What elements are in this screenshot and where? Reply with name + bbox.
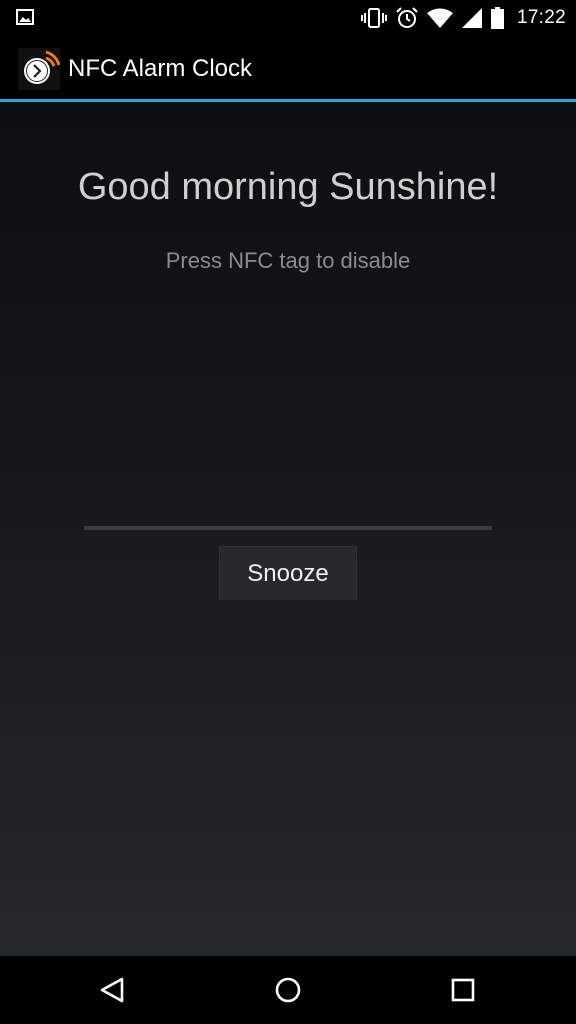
greeting-text: Good morning Sunshine! xyxy=(77,166,499,208)
screen: 17:22 NFC Alarm Clock Good morning Sunsh… xyxy=(0,0,576,1024)
snooze-button[interactable]: Snooze xyxy=(219,546,357,602)
nfc-hint-text: Press NFC tag to disable xyxy=(165,248,411,273)
status-time: 17:22 xyxy=(516,7,566,28)
battery-icon xyxy=(490,7,504,29)
cell-signal-icon xyxy=(461,8,482,28)
alarm-clock-nfc-icon[interactable] xyxy=(18,48,61,90)
alarm-icon xyxy=(396,7,418,29)
recents-icon[interactable] xyxy=(439,968,487,1012)
vibrate-icon xyxy=(360,8,387,28)
action-bar: NFC Alarm Clock xyxy=(0,36,576,100)
wifi-icon xyxy=(426,8,453,28)
navigation-bar xyxy=(0,956,576,1024)
app-title: NFC Alarm Clock xyxy=(68,55,253,82)
image-notification-icon xyxy=(16,9,34,25)
back-icon[interactable] xyxy=(88,968,136,1012)
home-icon[interactable] xyxy=(264,968,312,1012)
status-icons: 17:22 xyxy=(360,0,566,36)
status-bar: 17:22 xyxy=(0,0,576,36)
snooze-progress-bar xyxy=(84,526,492,530)
alarm-content: Good morning Sunshine! Press NFC tag to … xyxy=(0,102,576,956)
